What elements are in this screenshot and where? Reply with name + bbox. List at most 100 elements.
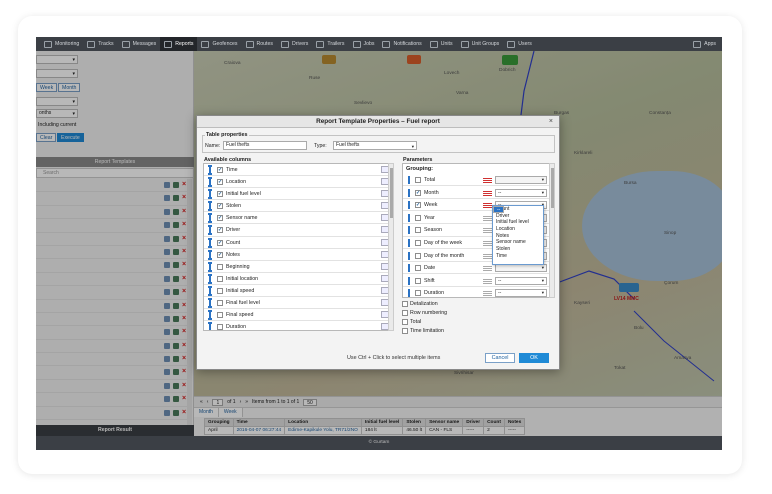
- column-checkbox[interactable]: [217, 263, 223, 270]
- sort-order-icon[interactable]: [483, 277, 492, 284]
- drag-handle-icon[interactable]: [208, 285, 212, 296]
- option-checkbox[interactable]: [402, 319, 408, 325]
- dropdown-option[interactable]: --: [493, 206, 505, 213]
- column-row[interactable]: ✓ Time: [204, 164, 393, 177]
- tab-monitoring[interactable]: Monitoring: [40, 37, 83, 51]
- grouping-column-select[interactable]: ▾: [495, 176, 547, 184]
- column-row[interactable]: Initial speed: [204, 285, 393, 298]
- grouping-checkbox[interactable]: [415, 252, 421, 259]
- drag-handle-icon[interactable]: [408, 239, 410, 247]
- tab-trailers[interactable]: Trailers: [312, 37, 348, 51]
- sort-order-icon[interactable]: [483, 202, 492, 209]
- dropdown-option[interactable]: Time: [493, 253, 543, 260]
- drag-handle-icon[interactable]: [408, 251, 410, 260]
- drag-handle-icon[interactable]: [408, 201, 410, 210]
- tab-messages[interactable]: Messages: [118, 37, 161, 51]
- sort-order-icon[interactable]: [483, 214, 492, 221]
- grouping-checkbox[interactable]: [415, 290, 421, 297]
- column-checkbox[interactable]: ✓: [217, 227, 223, 234]
- grouping-checkbox[interactable]: ✓: [415, 189, 421, 196]
- sort-order-icon[interactable]: [483, 265, 492, 272]
- grouping-column-select[interactable]: -- ▾: [495, 276, 547, 285]
- drag-handle-icon[interactable]: [208, 201, 212, 212]
- column-checkbox[interactable]: ✓: [217, 239, 223, 246]
- grouping-row[interactable]: ✓ Month -- ▾: [403, 187, 551, 199]
- column-checkbox[interactable]: ✓: [217, 215, 223, 222]
- grouping-row[interactable]: Shift -- ▾: [403, 275, 551, 288]
- option-checkbox[interactable]: [402, 301, 408, 307]
- tab-units[interactable]: Units: [426, 37, 457, 51]
- column-checkbox[interactable]: ✓: [217, 251, 223, 258]
- sort-order-icon[interactable]: [483, 252, 492, 259]
- grouping-column-select[interactable]: ▾: [495, 264, 547, 273]
- sort-order-icon[interactable]: [483, 290, 492, 297]
- name-input[interactable]: Fuel thefts: [223, 141, 307, 150]
- drag-handle-icon[interactable]: [208, 165, 212, 175]
- grouping-checkbox[interactable]: [415, 227, 421, 234]
- drag-handle-icon[interactable]: [208, 322, 212, 330]
- drag-handle-icon[interactable]: [208, 273, 212, 284]
- sort-order-icon[interactable]: [483, 177, 492, 183]
- column-checkbox[interactable]: [217, 287, 223, 294]
- grouping-checkbox[interactable]: [415, 265, 421, 272]
- grouping-row[interactable]: Duration -- ▾: [403, 287, 551, 297]
- drag-handle-icon[interactable]: [208, 298, 212, 309]
- tab-unit-groups[interactable]: Unit Groups: [457, 37, 504, 51]
- option-checkbox-row[interactable]: Row numbering: [402, 310, 552, 318]
- drag-handle-icon[interactable]: [208, 189, 212, 200]
- grouping-column-select[interactable]: -- ▾: [495, 289, 547, 297]
- grouping-checkbox[interactable]: [415, 277, 421, 284]
- option-checkbox[interactable]: [402, 310, 408, 316]
- column-row[interactable]: ✓ Driver: [204, 224, 393, 237]
- tab-reports[interactable]: Reports: [160, 37, 198, 51]
- grouping-checkbox[interactable]: [415, 214, 421, 221]
- dropdown-option[interactable]: Notes: [493, 233, 543, 240]
- sort-order-icon[interactable]: [483, 227, 492, 234]
- column-row[interactable]: Duration: [204, 321, 393, 330]
- option-checkbox-row[interactable]: Detalization: [402, 301, 552, 309]
- drag-handle-icon[interactable]: [408, 276, 410, 285]
- column-checkbox[interactable]: ✓: [217, 167, 223, 173]
- column-checkbox[interactable]: [217, 312, 223, 319]
- drag-handle-icon[interactable]: [408, 188, 410, 197]
- grouping-checkbox[interactable]: ✓: [415, 202, 421, 209]
- type-select[interactable]: Fuel thefts ▾: [333, 141, 417, 150]
- column-checkbox[interactable]: ✓: [217, 191, 223, 198]
- drag-handle-icon[interactable]: [208, 237, 212, 248]
- drag-handle-icon[interactable]: [408, 226, 410, 235]
- tab-notifications[interactable]: Notifications: [378, 37, 425, 51]
- column-row[interactable]: ✓ Sensor name: [204, 212, 393, 225]
- column-row[interactable]: Final fuel level: [204, 297, 393, 310]
- tab-jobs[interactable]: Jobs: [349, 37, 379, 51]
- tab-tracks[interactable]: Tracks: [83, 37, 117, 51]
- grouping-checkbox[interactable]: [415, 240, 421, 246]
- drag-handle-icon[interactable]: [208, 225, 212, 236]
- tab-users[interactable]: Users: [503, 37, 536, 51]
- sort-order-icon[interactable]: [483, 189, 492, 196]
- dropdown-option[interactable]: Stolen: [493, 246, 543, 253]
- column-row[interactable]: Beginning: [204, 261, 393, 273]
- option-checkbox[interactable]: [402, 328, 408, 334]
- columns-scrollbar[interactable]: [388, 163, 394, 331]
- column-row[interactable]: ✓ Stolen: [204, 200, 393, 213]
- ok-button[interactable]: OK: [519, 353, 549, 363]
- option-checkbox-row[interactable]: Time limitation: [402, 328, 552, 336]
- column-checkbox[interactable]: ✓: [217, 203, 223, 210]
- column-row[interactable]: Initial location: [204, 273, 393, 285]
- tab-apps[interactable]: Apps: [689, 37, 722, 51]
- tab-routes[interactable]: Routes: [242, 37, 277, 51]
- grouping-checkbox[interactable]: [415, 177, 421, 183]
- tab-geofences[interactable]: Geofences: [197, 37, 241, 51]
- drag-handle-icon[interactable]: [208, 310, 212, 321]
- cancel-button[interactable]: Cancel: [485, 353, 515, 363]
- tab-drivers[interactable]: Drivers: [277, 37, 312, 51]
- dropdown-option[interactable]: Driver: [493, 213, 543, 220]
- drag-handle-icon[interactable]: [408, 213, 410, 222]
- drag-handle-icon[interactable]: [408, 264, 410, 273]
- column-checkbox[interactable]: [217, 275, 223, 282]
- drag-handle-icon[interactable]: [208, 249, 212, 260]
- drag-handle-icon[interactable]: [208, 177, 212, 188]
- dropdown-option[interactable]: Location: [493, 226, 543, 233]
- close-icon[interactable]: ×: [549, 116, 553, 128]
- sort-order-icon[interactable]: [483, 240, 492, 246]
